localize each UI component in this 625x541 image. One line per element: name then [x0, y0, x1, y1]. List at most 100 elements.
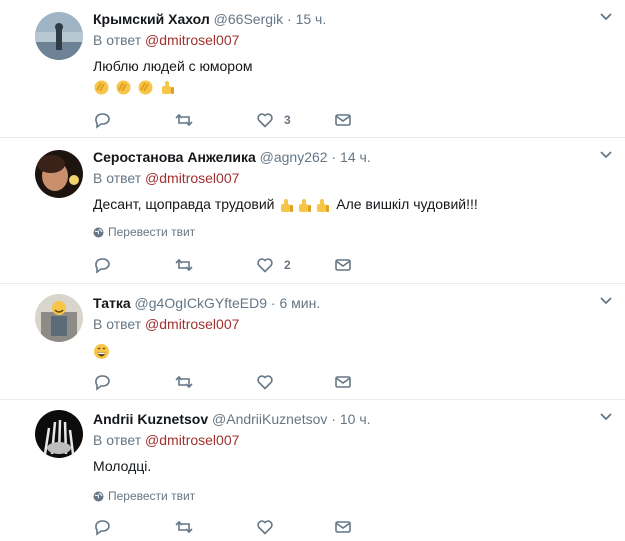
- reply-button[interactable]: [93, 371, 111, 393]
- clapping-hands-icon: [137, 79, 154, 96]
- tweet-emoji-line: [93, 76, 605, 96]
- reply-button[interactable]: [93, 109, 111, 131]
- author-handle[interactable]: @g4OgICkGYfteED9: [135, 295, 268, 311]
- reply-mention-link[interactable]: @dmitrosel007: [145, 170, 239, 186]
- tweet-content: Серостанова Анжелика @agny262 · 14 ч. В …: [93, 148, 605, 240]
- envelope-icon: [335, 114, 351, 126]
- author-name[interactable]: Татка: [93, 295, 131, 311]
- tweet-timestamp[interactable]: 14 ч.: [340, 149, 371, 165]
- reply-prefix: В ответ: [93, 170, 142, 186]
- retweet-button[interactable]: [175, 109, 193, 131]
- tweet-4[interactable]: Andrii Kuznetsov @AndriiKuznetsov · 10 ч…: [0, 400, 625, 541]
- direct-message-button[interactable]: [334, 516, 352, 538]
- tweet-text: Десант, щоправда трудовий Але вишкіл чуд…: [93, 194, 605, 214]
- envelope-icon: [335, 521, 351, 533]
- reply-context: В ответ @dmitrosel007: [93, 430, 605, 450]
- author-name[interactable]: Andrii Kuznetsov: [93, 411, 208, 427]
- direct-message-button[interactable]: [334, 254, 352, 276]
- author-handle[interactable]: @AndriiKuznetsov: [212, 411, 327, 427]
- avatar[interactable]: [35, 12, 83, 60]
- tweet-timestamp[interactable]: 15 ч.: [296, 11, 327, 27]
- envelope-icon: [335, 376, 351, 388]
- tweet-content: Крымский Хахол @66Sergik · 15 ч. В ответ…: [93, 10, 605, 96]
- reply-prefix: В ответ: [93, 316, 142, 332]
- reply-mention-link[interactable]: @dmitrosel007: [145, 316, 239, 332]
- retweet-icon: [175, 375, 193, 389]
- reply-mention-link[interactable]: @dmitrosel007: [145, 32, 239, 48]
- reply-feed: Крымский Хахол @66Sergik · 15 ч. В ответ…: [0, 0, 625, 541]
- grinning-face-icon: [93, 343, 110, 360]
- tweet-1[interactable]: Крымский Хахол @66Sergik · 15 ч. В ответ…: [0, 0, 625, 138]
- retweet-icon: [175, 113, 193, 127]
- separator-dot: ·: [270, 295, 276, 311]
- chevron-down-icon[interactable]: [599, 412, 613, 422]
- avatar[interactable]: [35, 150, 83, 198]
- tweet-text: Молодці.: [93, 458, 152, 474]
- avatar[interactable]: [35, 294, 83, 342]
- like-button[interactable]: [256, 516, 274, 538]
- chevron-down-icon[interactable]: [599, 150, 613, 160]
- author-name[interactable]: Крымский Хахол: [93, 11, 210, 27]
- separator-dot: ·: [287, 11, 292, 27]
- reply-prefix: В ответ: [93, 432, 142, 448]
- tweet-text-part: Десант, щоправда трудовий: [93, 196, 275, 212]
- chevron-down-icon[interactable]: [599, 296, 613, 306]
- tweet-2[interactable]: Серостанова Анжелика @agny262 · 14 ч. В …: [0, 138, 625, 284]
- retweet-icon: [175, 520, 193, 534]
- heart-icon: [257, 113, 273, 128]
- tweet-header: Татка @g4OgICkGYfteED9 · 6 мин.: [93, 294, 605, 312]
- retweet-button[interactable]: [175, 254, 193, 276]
- tweet-content: Andrii Kuznetsov @AndriiKuznetsov · 10 ч…: [93, 410, 605, 504]
- like-count: 3: [284, 113, 291, 127]
- tweet-emoji-line: [93, 340, 605, 360]
- translate-tweet-link[interactable]: Перевести твит: [93, 224, 605, 240]
- direct-message-button[interactable]: [334, 109, 352, 131]
- avatar[interactable]: [35, 410, 83, 458]
- tweet-timestamp[interactable]: 6 мин.: [279, 295, 320, 311]
- clapping-hands-icon: [93, 79, 110, 96]
- reply-icon: [95, 375, 110, 391]
- tweet-timestamp[interactable]: 10 ч.: [340, 411, 371, 427]
- reply-icon: [95, 258, 110, 274]
- tweet-header: Серостанова Анжелика @agny262 · 14 ч.: [93, 148, 605, 166]
- translate-label[interactable]: Перевести твит: [108, 224, 195, 240]
- separator-dot: ·: [331, 411, 336, 427]
- thumbs-up-icon: [296, 197, 313, 214]
- translate-label[interactable]: Перевести твит: [108, 488, 195, 504]
- chevron-down-icon[interactable]: [599, 12, 613, 22]
- retweet-button[interactable]: [175, 516, 193, 538]
- reply-context: В ответ @dmitrosel007: [93, 314, 605, 334]
- separator-dot: ·: [331, 149, 337, 165]
- like-button[interactable]: 2: [256, 254, 291, 276]
- globe-icon: [93, 491, 104, 501]
- envelope-icon: [335, 259, 351, 271]
- reply-button[interactable]: [93, 254, 111, 276]
- like-count: 2: [284, 258, 291, 272]
- reply-prefix: В ответ: [93, 32, 142, 48]
- direct-message-button[interactable]: [334, 371, 352, 393]
- retweet-icon: [175, 258, 193, 272]
- reply-context: В ответ @dmitrosel007: [93, 30, 605, 50]
- thumbs-up-icon: [314, 197, 331, 214]
- heart-icon: [257, 375, 273, 390]
- tweet-text-part: Але вишкіл чудовий!!!: [336, 196, 478, 212]
- tweet-content: Татка @g4OgICkGYfteED9 · 6 мин. В ответ …: [93, 294, 605, 360]
- reply-icon: [95, 520, 110, 536]
- reply-context: В ответ @dmitrosel007: [93, 168, 605, 188]
- tweet-3[interactable]: Татка @g4OgICkGYfteED9 · 6 мин. В ответ …: [0, 284, 625, 400]
- reply-button[interactable]: [93, 516, 111, 538]
- author-handle[interactable]: @66Sergik: [214, 11, 283, 27]
- like-button[interactable]: 3: [256, 109, 291, 131]
- retweet-button[interactable]: [175, 371, 193, 393]
- globe-icon: [93, 227, 104, 237]
- thumbs-up-icon: [159, 79, 176, 96]
- reply-mention-link[interactable]: @dmitrosel007: [145, 432, 239, 448]
- author-name[interactable]: Серостанова Анжелика: [93, 149, 256, 165]
- translate-tweet-link[interactable]: Перевести твит: [93, 488, 605, 504]
- tweet-text: Люблю людей с юмором: [93, 58, 253, 74]
- clapping-hands-icon: [115, 79, 132, 96]
- heart-icon: [257, 520, 273, 535]
- author-handle[interactable]: @agny262: [260, 149, 328, 165]
- like-button[interactable]: [256, 371, 274, 393]
- tweet-header: Крымский Хахол @66Sergik · 15 ч.: [93, 10, 605, 28]
